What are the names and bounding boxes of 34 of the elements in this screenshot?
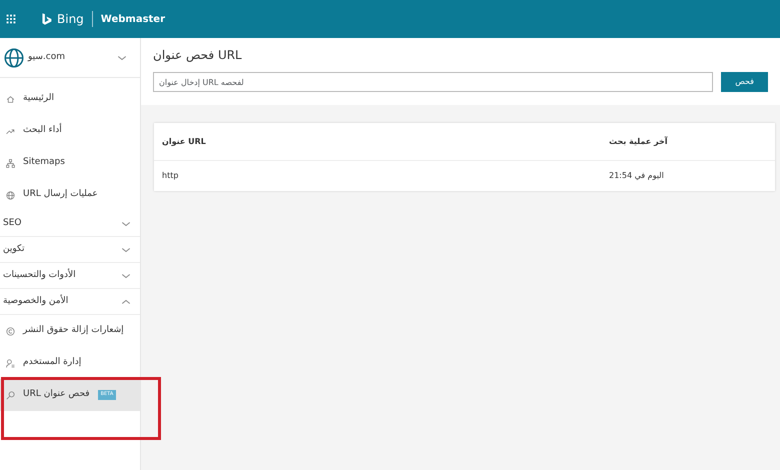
nav-item[interactable]: إشعارات إزالة حقوق النشر [0, 315, 140, 347]
app-grid-icon [6, 14, 16, 24]
page-title: فحص عنوان URL [153, 47, 243, 64]
nav-group[interactable]: الأدوات والتحسينات [0, 263, 140, 289]
home-icon [6, 94, 15, 104]
nav-item[interactable]: إدارة المستخدم [0, 347, 140, 379]
nav-group-label: SEO [3, 216, 22, 230]
table-cell-text: اليوم في 21:54 [609, 170, 665, 182]
table-cell-text: http [162, 170, 180, 182]
copyright-icon [6, 326, 15, 336]
bing-logo-icon [40, 12, 53, 26]
column-header: آخر عملية بحث [609, 136, 669, 148]
trend-icon [6, 126, 15, 136]
nav-group[interactable]: الأمن والخصوصية [0, 289, 140, 315]
column-header: عنوان URL [162, 136, 207, 148]
nav-item[interactable]: الرئيسية [0, 83, 140, 115]
user-icon [6, 358, 15, 368]
nav-group[interactable]: SEO [0, 211, 140, 237]
globe-icon [4, 48, 24, 68]
search-icon [6, 390, 15, 400]
inspect-button[interactable]: فحص [721, 72, 768, 92]
nav-item[interactable]: أداء البحث [0, 115, 140, 147]
globe-icon [6, 190, 15, 200]
brand-name: Bing [57, 11, 84, 28]
nav-item[interactable]: Sitemaps [0, 147, 140, 179]
product-name: Webmaster [100, 12, 166, 26]
site-name[interactable]: سيو.com [28, 50, 116, 64]
nav-group-label: الأمن والخصوصية [3, 294, 70, 308]
nav-group[interactable]: تكوين [0, 237, 140, 263]
nav-group-label: الأدوات والتحسينات [3, 268, 77, 282]
sitemap-icon [6, 158, 15, 168]
nav-group-label: تكوين [3, 242, 26, 256]
url-input-field[interactable]: إدخال عنوان URL لفحصه [153, 72, 714, 92]
nav-item[interactable]: عمليات إرسال URL [0, 179, 140, 211]
